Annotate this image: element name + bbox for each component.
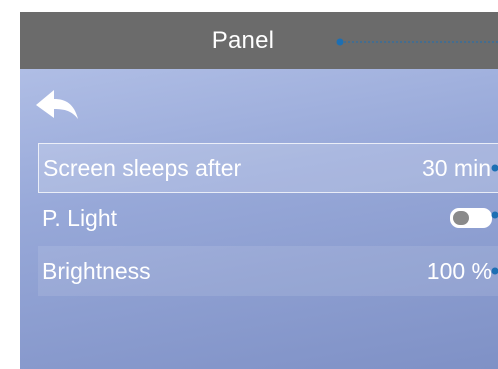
callout-dot [491,211,498,219]
callout-leaders [336,38,498,275]
callout-dot [491,164,498,172]
callout-dot [491,267,498,275]
callout-dot [336,38,344,46]
